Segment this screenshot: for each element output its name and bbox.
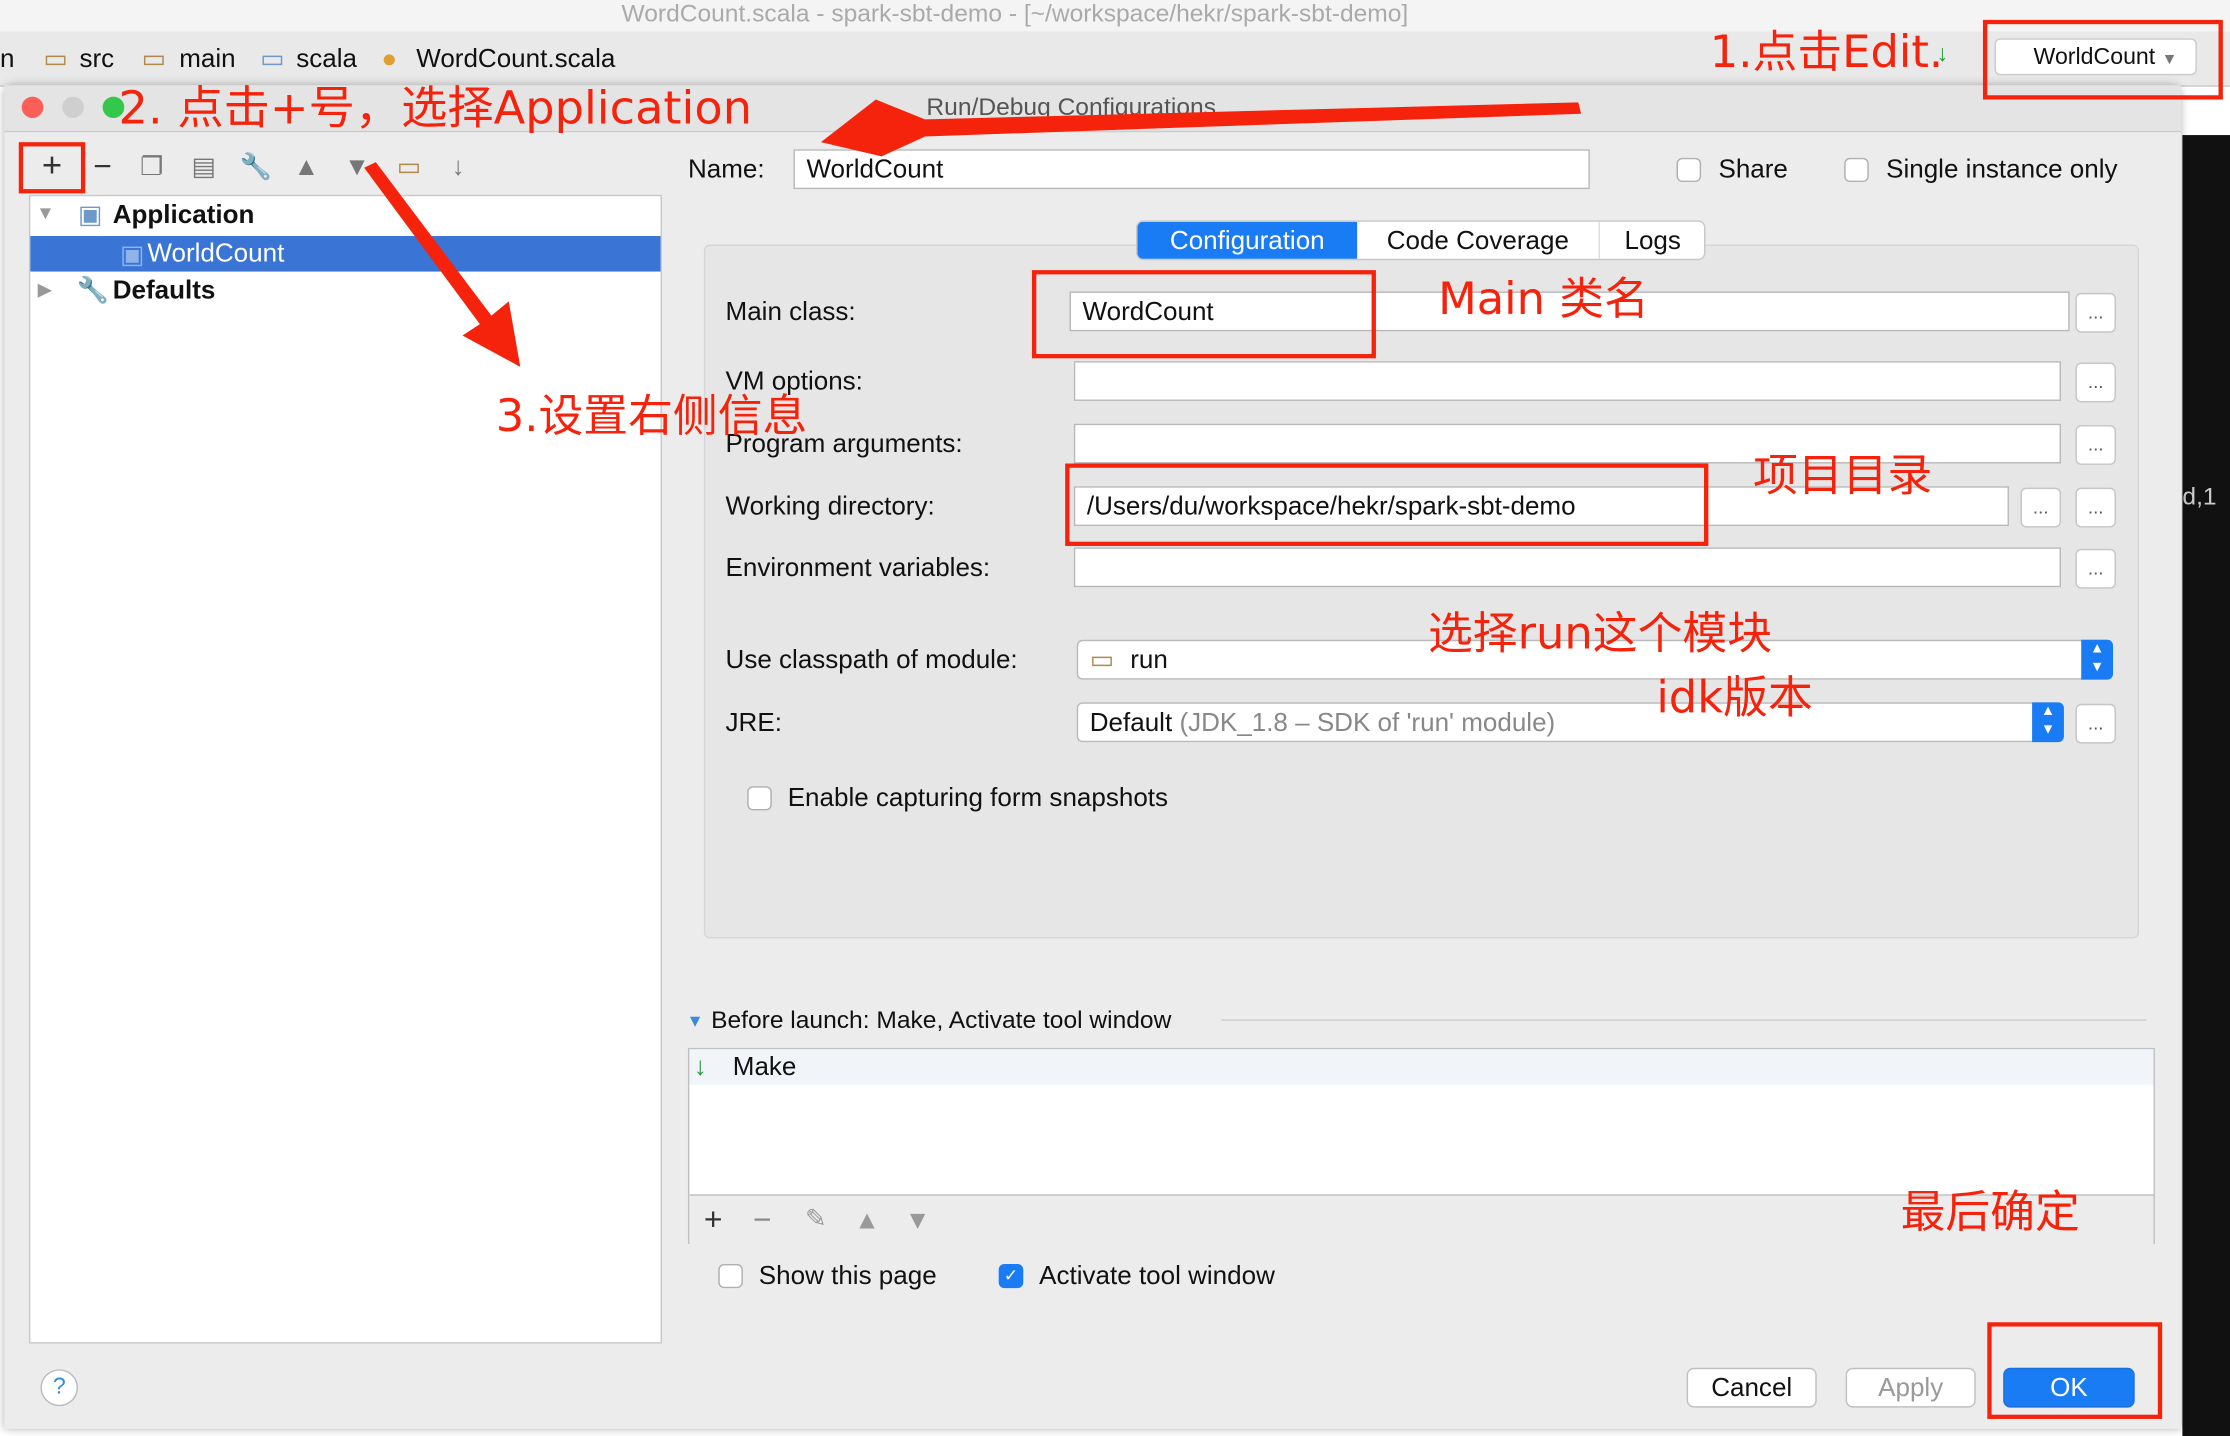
arrow-to-right-panel xyxy=(364,162,521,367)
arrow-to-title xyxy=(820,99,1582,157)
annotation-arrows xyxy=(364,99,1582,367)
screenshot: WordCount.scala - spark-sbt-demo - [~/wo… xyxy=(0,0,2230,1436)
